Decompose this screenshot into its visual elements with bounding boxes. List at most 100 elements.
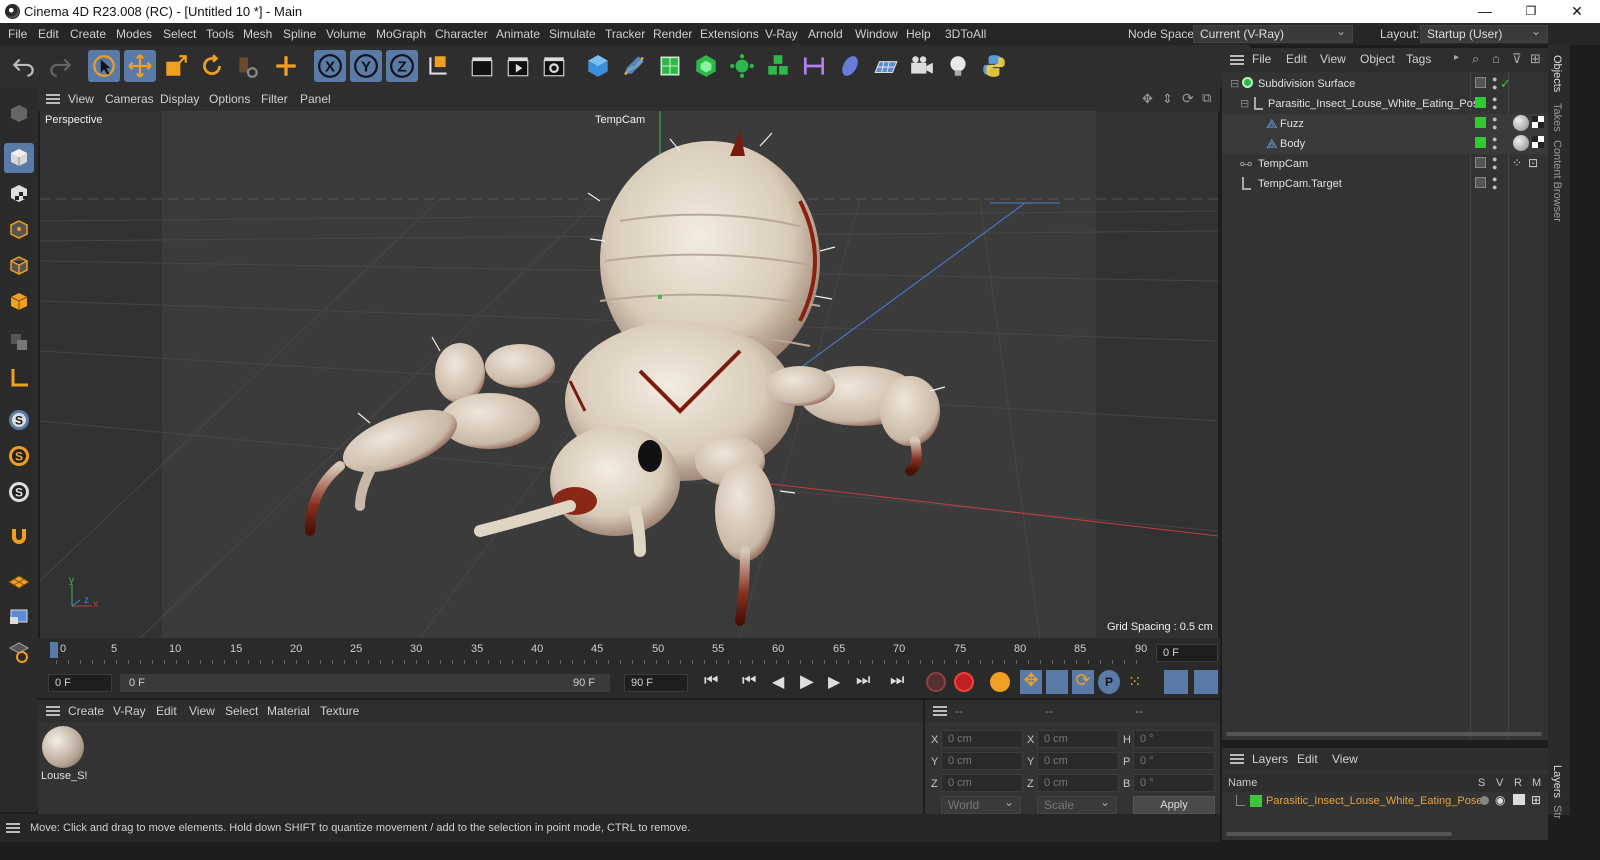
snap-enable-button[interactable]: S [4, 405, 34, 435]
prev-key-icon[interactable]: ⏮ [742, 672, 756, 690]
material-name[interactable]: Louse_S! [41, 770, 87, 782]
viewport-maximize-icon[interactable]: ⧉ [1202, 90, 1211, 106]
object-row-tempcam-target[interactable]: TempCam.Target ● ● [1222, 174, 1548, 194]
key-scale-icon[interactable] [1046, 670, 1068, 694]
menu-file[interactable]: File [8, 27, 27, 41]
coord-transform-dropdown[interactable]: Scale [1037, 795, 1117, 814]
object-name[interactable]: Parasitic_Insect_Louse_White_Eating_Pose [1268, 98, 1484, 110]
current-frame-field[interactable]: 0 F [1156, 644, 1218, 662]
layer-render-icon[interactable] [1513, 794, 1525, 805]
material-tag-icon[interactable] [1513, 135, 1529, 151]
render-picture-viewer-button[interactable] [502, 50, 534, 82]
layer-swatch-icon[interactable] [1475, 177, 1486, 188]
menu-modes[interactable]: Modes [116, 27, 152, 41]
object-horizontal-scrollbar[interactable] [1226, 732, 1542, 736]
layer-color-swatch[interactable] [1250, 795, 1262, 807]
move-tool-button[interactable] [124, 50, 156, 82]
visibility-dots-icon[interactable]: ● ● [1492, 135, 1497, 152]
next-key-icon[interactable]: ⏭ [856, 672, 870, 690]
menu-simulate[interactable]: Simulate [549, 27, 596, 41]
object-name[interactable]: Subdivision Surface [1258, 78, 1355, 90]
coord-rot-h-field[interactable]: 0 ° [1133, 730, 1215, 748]
rotate-tool-button[interactable] [196, 50, 228, 82]
coord-rot-b-field[interactable]: 0 ° [1133, 774, 1215, 792]
preview-range-slider[interactable]: 0 F 90 F [120, 674, 610, 692]
object-new-window-icon[interactable]: ⊞ [1530, 51, 1541, 67]
object-filter-icon[interactable]: ⊽ [1512, 51, 1522, 67]
mograph-cubes-button[interactable] [762, 50, 794, 82]
coord-rot-p-field[interactable]: 0 ° [1133, 752, 1215, 770]
coord-size-z-field[interactable]: 0 cm [1037, 774, 1119, 792]
layer-row[interactable]: Parasitic_Insect_Louse_White_Eating_Pose… [1222, 792, 1548, 810]
menu-edit[interactable]: Edit [38, 27, 59, 41]
object-search-icon[interactable]: ⌕ [1472, 51, 1479, 67]
tab-takes[interactable]: Takes [1551, 103, 1563, 132]
restore-button[interactable]: ❐ [1508, 0, 1554, 23]
material-menu-create[interactable]: Create [68, 704, 104, 718]
menu-character[interactable]: Character [435, 27, 488, 41]
material-menu-vray[interactable]: V-Ray [113, 704, 146, 718]
visibility-dots-icon[interactable]: ● ● [1492, 75, 1497, 92]
edge-mode-button[interactable] [4, 251, 34, 281]
close-button[interactable]: ✕ [1554, 0, 1600, 23]
visibility-dots-icon[interactable]: ● ● [1492, 95, 1497, 112]
layer-hamburger-icon[interactable] [1230, 754, 1244, 764]
menu-arnold[interactable]: Arnold [808, 27, 843, 41]
point-mode-button[interactable] [4, 215, 34, 245]
timeline-ruler[interactable]: 0 5 10 15 20 25 30 35 40 45 50 55 60 65 … [38, 638, 1220, 668]
status-hamburger-icon[interactable] [6, 823, 20, 833]
live-selection-button[interactable] [88, 50, 120, 82]
record-keys-disabled-icon[interactable] [926, 672, 946, 692]
menu-mograph[interactable]: MoGraph [376, 27, 426, 41]
timeline-film-icon[interactable] [1194, 670, 1218, 694]
tab-objects[interactable]: Objects [1551, 55, 1563, 92]
enabled-check-icon[interactable]: ✓ [1500, 76, 1511, 92]
object-row-subdivision[interactable]: ⊟ Subdivision Surface ● ● ✓ [1222, 74, 1548, 94]
material-menu-material[interactable]: Material [267, 704, 310, 718]
layer-menu-edit[interactable]: Edit [1297, 752, 1318, 766]
viewport-menu-options[interactable]: Options [209, 92, 250, 106]
key-rotation-icon[interactable]: ⟳ [1072, 670, 1094, 694]
light-button[interactable] [942, 50, 974, 82]
python-button[interactable] [978, 50, 1010, 82]
coord-size-y-field[interactable]: 0 cm [1037, 752, 1119, 770]
viewport-menu-filter[interactable]: Filter [261, 92, 288, 106]
layer-manager-icon[interactable]: ⊞ [1531, 793, 1541, 807]
layer-swatch-icon[interactable] [1475, 157, 1486, 168]
object-name[interactable]: Fuzz [1280, 118, 1304, 130]
workplane-button[interactable] [4, 565, 34, 595]
cube-object-button[interactable] [582, 50, 614, 82]
visibility-dots-icon[interactable]: ● ● [1492, 115, 1497, 132]
undo-button[interactable] [8, 50, 40, 82]
menu-vray[interactable]: V-Ray [765, 27, 798, 41]
autokey-icon[interactable] [954, 672, 974, 692]
play-icon[interactable]: ▶ [800, 671, 814, 692]
menu-extensions[interactable]: Extensions [700, 27, 759, 41]
object-menu-tags[interactable]: Tags [1406, 52, 1431, 66]
visibility-dots-icon[interactable]: ● ● [1492, 155, 1497, 172]
tab-content-browser[interactable]: Content Browser [1551, 140, 1563, 222]
object-menu-edit[interactable]: Edit [1286, 52, 1307, 66]
locked-workplane-button[interactable] [4, 601, 34, 631]
tab-layers[interactable]: Layers [1551, 765, 1563, 798]
uv-mode-button[interactable] [4, 327, 34, 357]
coord-pos-z-field[interactable]: 0 cm [941, 774, 1023, 792]
next-frame-icon[interactable]: ▶ [828, 672, 840, 692]
menu-tools[interactable]: Tools [206, 27, 234, 41]
menu-help[interactable]: Help [906, 27, 931, 41]
viewport-menu-cameras[interactable]: Cameras [105, 92, 154, 106]
create-tool-button[interactable] [270, 50, 302, 82]
object-name[interactable]: TempCam.Target [1258, 178, 1342, 190]
key-pla-icon[interactable]: ⁙ [1128, 672, 1141, 692]
planar-workplane-button[interactable] [4, 637, 34, 667]
menu-mesh[interactable]: Mesh [243, 27, 272, 41]
coord-size-x-field[interactable]: 0 cm [1037, 730, 1119, 748]
material-menu-select[interactable]: Select [225, 704, 258, 718]
motion-sound-icon[interactable] [1164, 670, 1188, 694]
minimize-button[interactable]: — [1462, 0, 1508, 23]
redo-button[interactable] [44, 50, 76, 82]
key-position-icon[interactable]: ✥ [1020, 670, 1042, 694]
object-menu-more-icon[interactable]: ▸ [1454, 52, 1459, 63]
object-home-icon[interactable]: ⌂ [1492, 51, 1500, 66]
object-menu-view[interactable]: View [1320, 52, 1346, 66]
